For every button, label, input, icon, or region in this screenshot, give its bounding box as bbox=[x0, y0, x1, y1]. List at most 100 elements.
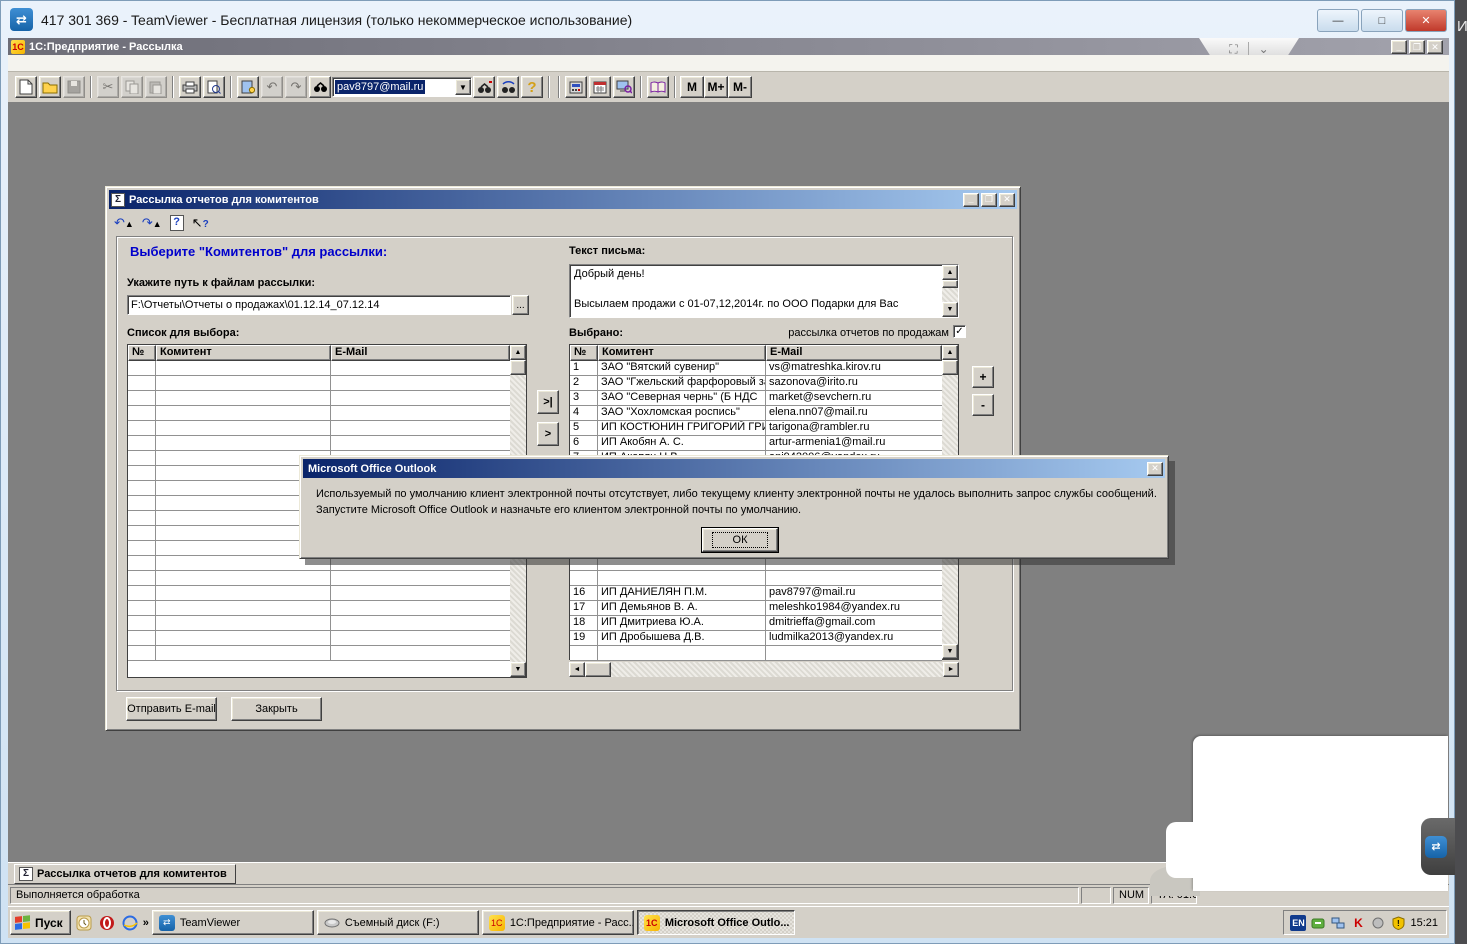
memory-m-button[interactable]: M bbox=[680, 76, 704, 98]
app-minimize-button[interactable]: _ bbox=[1391, 40, 1407, 54]
path-input[interactable]: F:\Отчеты\Отчеты о продажах\01.12.14_07.… bbox=[127, 295, 511, 315]
table-row[interactable]: 18 ИП Дмитриева Ю.А. dmitrieffa@gmail.co… bbox=[570, 616, 942, 631]
teamviewer-titlebar[interactable]: ⇄ 417 301 369 - TeamViewer - Бесплатная … bbox=[1, 1, 1454, 38]
table-row[interactable] bbox=[128, 571, 510, 586]
table-row[interactable]: 5 ИП КОСТЮНИН ГРИГОРИЙ ГРИ tarigona@ramb… bbox=[570, 421, 942, 436]
teamviewer-panel[interactable] bbox=[1193, 736, 1448, 891]
quicklaunch-opera-icon[interactable] bbox=[97, 913, 117, 933]
table-row[interactable] bbox=[128, 361, 510, 376]
table-row[interactable] bbox=[128, 421, 510, 436]
taskbar-button-teamviewer[interactable]: ⇄ TeamViewer bbox=[152, 910, 314, 935]
table-row[interactable] bbox=[128, 601, 510, 616]
context-help-icon[interactable]: ↖? bbox=[192, 215, 209, 231]
column-email[interactable]: E-Mail bbox=[766, 345, 942, 361]
copy-icon[interactable] bbox=[121, 76, 143, 98]
close-dialog-button[interactable]: Закрыть bbox=[231, 697, 322, 721]
quicklaunch-ie-icon[interactable] bbox=[120, 913, 140, 933]
print-preview-icon[interactable] bbox=[203, 76, 225, 98]
dialog-minimize-button[interactable]: _ bbox=[963, 193, 979, 207]
taskbar-button-removable-disk[interactable]: Съемный диск (F:) bbox=[317, 910, 479, 935]
close-button[interactable]: ✕ bbox=[1405, 9, 1447, 32]
find-icon[interactable] bbox=[309, 76, 331, 98]
column-name[interactable]: Комитент bbox=[156, 345, 331, 361]
memory-m-minus-button[interactable]: M- bbox=[728, 76, 752, 98]
calculator-icon[interactable] bbox=[565, 76, 587, 98]
move-right-button[interactable]: > bbox=[537, 422, 559, 446]
browse-button[interactable]: ... bbox=[512, 295, 529, 315]
outlook-close-button[interactable]: ✕ bbox=[1147, 462, 1163, 476]
add-button[interactable]: + bbox=[972, 366, 994, 388]
teamviewer-panel-tab[interactable] bbox=[1166, 822, 1206, 878]
scroll-down-icon[interactable]: ▼ bbox=[510, 662, 526, 677]
help-icon[interactable]: ? bbox=[521, 76, 543, 98]
network-tray-icon[interactable] bbox=[1330, 915, 1346, 931]
ok-button[interactable]: ОК bbox=[702, 528, 778, 552]
table-row[interactable]: 16 ИП ДАНИЕЛЯН П.М. pav8797@mail.ru bbox=[570, 586, 942, 601]
teamviewer-panel-handle[interactable]: ⇄ bbox=[1421, 818, 1455, 875]
start-button[interactable]: Пуск bbox=[10, 910, 71, 935]
reorder-up-icon[interactable]: ↶▲ bbox=[114, 215, 134, 231]
scroll-up-icon[interactable]: ▲ bbox=[510, 345, 526, 360]
teamviewer-tray-icon[interactable] bbox=[1310, 915, 1326, 931]
table-row[interactable] bbox=[128, 631, 510, 646]
table-row[interactable]: 1 ЗАО "Вятский сувенир" vs@matreshka.kir… bbox=[570, 361, 942, 376]
language-indicator[interactable]: EN bbox=[1290, 915, 1306, 931]
table-row[interactable]: 4 ЗАО "Хохломская роспись" elena.nn07@ma… bbox=[570, 406, 942, 421]
book-icon[interactable] bbox=[647, 76, 669, 98]
table-row[interactable] bbox=[570, 646, 942, 661]
column-num[interactable]: № bbox=[570, 345, 598, 361]
scroll-down-icon[interactable]: ▼ bbox=[942, 644, 958, 659]
table-row[interactable] bbox=[128, 436, 510, 451]
calendar-icon[interactable] bbox=[589, 76, 611, 98]
table-row[interactable]: 3 ЗАО "Северная чернь" (Б НДС market@sev… bbox=[570, 391, 942, 406]
letter-scrollbar[interactable]: ▲ ▼ bbox=[942, 265, 958, 317]
chevron-down-icon[interactable]: ⌄ bbox=[1259, 42, 1269, 56]
paste-icon[interactable] bbox=[145, 76, 167, 98]
monitor-search-icon[interactable] bbox=[613, 76, 635, 98]
quicklaunch-clock-icon[interactable] bbox=[74, 913, 94, 933]
minimize-button[interactable]: — bbox=[1317, 9, 1359, 32]
print-icon[interactable] bbox=[179, 76, 201, 98]
remove-button[interactable]: - bbox=[972, 394, 994, 416]
sales-reports-checkbox[interactable]: ✓ bbox=[953, 325, 966, 338]
scroll-thumb[interactable] bbox=[942, 280, 958, 288]
taskbar-button-1c[interactable]: 1С 1С:Предприятие - Расс... bbox=[482, 910, 634, 935]
scroll-thumb[interactable] bbox=[585, 662, 611, 677]
column-name[interactable]: Комитент bbox=[598, 345, 766, 361]
table-row[interactable] bbox=[128, 391, 510, 406]
table-row[interactable]: 6 ИП Акобян А. С. artur-armenia1@mail.ru bbox=[570, 436, 942, 451]
scroll-up-icon[interactable]: ▲ bbox=[942, 265, 958, 280]
new-document-icon[interactable] bbox=[15, 76, 37, 98]
find-replace-icon[interactable] bbox=[497, 76, 519, 98]
cut-icon[interactable]: ✂ bbox=[97, 76, 119, 98]
app-close-button[interactable]: ✕ bbox=[1427, 40, 1443, 54]
outlook-titlebar[interactable]: Microsoft Office Outlook ✕ bbox=[303, 459, 1165, 478]
column-email[interactable]: E-Mail bbox=[331, 345, 510, 361]
table-row[interactable] bbox=[128, 646, 510, 661]
scroll-thumb[interactable] bbox=[942, 360, 958, 375]
table-row[interactable] bbox=[128, 376, 510, 391]
scroll-up-icon[interactable]: ▲ bbox=[942, 345, 958, 360]
table-row[interactable]: 2 ЗАО "Гжельский фарфоровый за sazonova@… bbox=[570, 376, 942, 391]
help-doc-icon[interactable]: ? bbox=[170, 215, 184, 231]
taskbar-button-outlook[interactable]: 1С Microsoft Office Outlo... bbox=[637, 910, 795, 935]
letter-textarea[interactable]: Добрый день! Высылаем продажи с 01-07,12… bbox=[569, 264, 959, 318]
open-folder-icon[interactable] bbox=[39, 76, 61, 98]
mailing-dialog-titlebar[interactable]: Σ Рассылка отчетов для комитентов _ ❐ ✕ bbox=[109, 190, 1017, 209]
maximize-button[interactable]: □ bbox=[1361, 9, 1403, 32]
security-shield-tray-icon[interactable]: ! bbox=[1390, 915, 1406, 931]
save-icon[interactable] bbox=[63, 76, 85, 98]
move-all-right-button[interactable]: >| bbox=[537, 390, 559, 414]
column-num[interactable]: № bbox=[128, 345, 156, 361]
undo-icon[interactable]: ↶ bbox=[261, 76, 283, 98]
scroll-down-icon[interactable]: ▼ bbox=[942, 302, 958, 317]
chevron-icon[interactable]: » bbox=[143, 917, 149, 929]
redo-icon[interactable]: ↷ bbox=[285, 76, 307, 98]
table-row[interactable]: 19 ИП Дробышева Д.В. ludmilka2013@yandex… bbox=[570, 631, 942, 646]
table-row[interactable]: 17 ИП Демьянов В. А. meleshko1984@yandex… bbox=[570, 601, 942, 616]
table-row[interactable] bbox=[128, 406, 510, 421]
table-row[interactable] bbox=[128, 586, 510, 601]
scroll-left-icon[interactable]: ◄ bbox=[569, 662, 585, 677]
scroll-right-icon[interactable]: ► bbox=[943, 662, 959, 677]
app-restore-button[interactable]: ❐ bbox=[1409, 40, 1425, 54]
